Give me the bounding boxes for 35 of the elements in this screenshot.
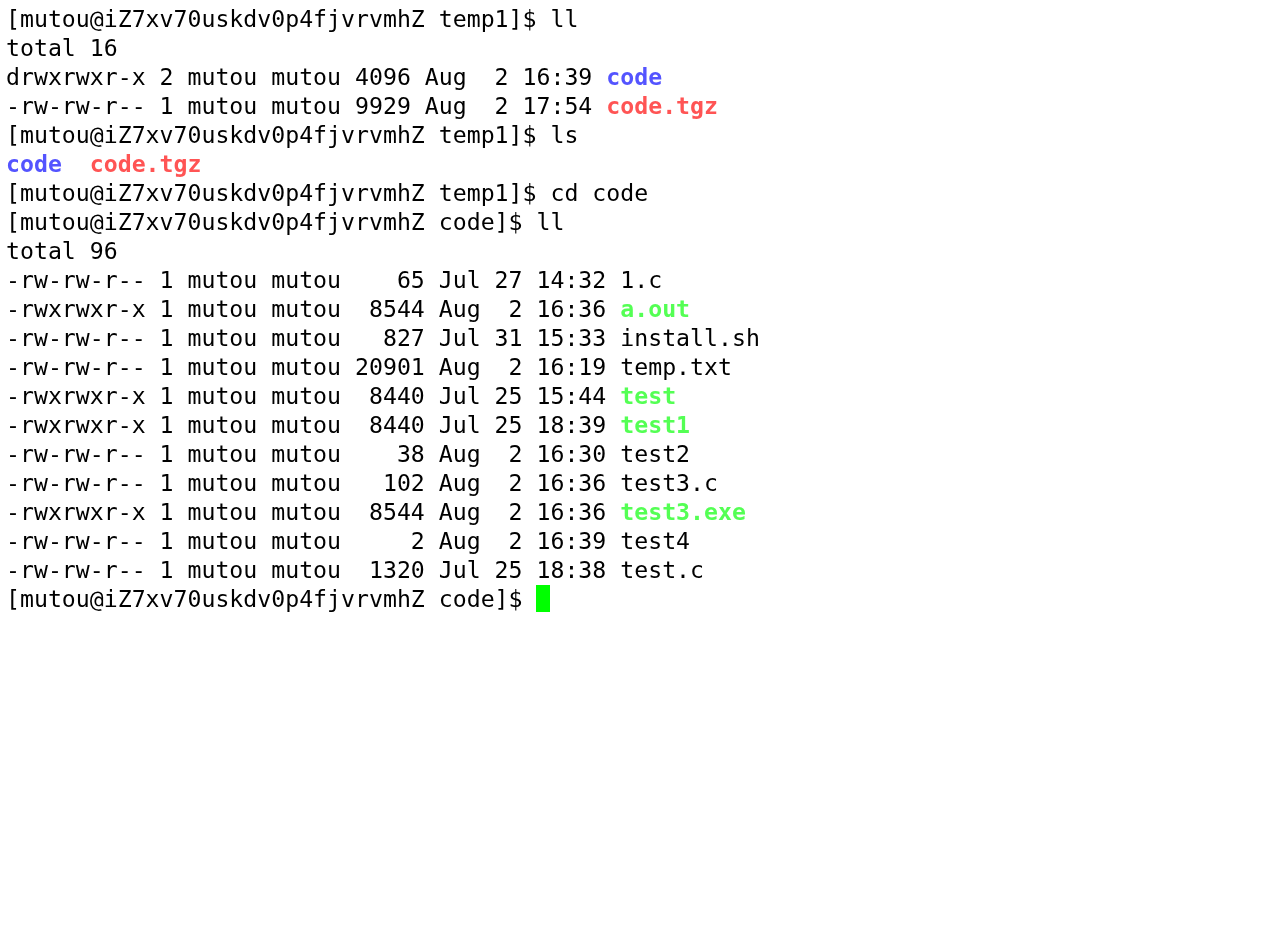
terminal-text: -rwxrwxr-x 1 mutou mutou 8440 Jul 25 15:44 [6,381,608,410]
terminal-text: [mutou@iZ7xv70uskdv0p4fjvrvmhZ temp1]$ ll [6,4,579,33]
terminal-text: test2 [620,439,691,468]
terminal-text: -rw-rw-r-- 1 mutou mutou 1320 Jul 25 18:38 [6,555,608,584]
terminal-text: drwxrwxr-x 2 mutou mutou 4096 Aug 2 16:39 [6,62,594,91]
terminal-text: -rw-rw-r-- 1 mutou mutou 2 Aug 2 16:39 [6,526,608,555]
file-name: test1 [620,410,691,439]
terminal-text: -rwxrwxr-x 1 mutou mutou 8544 Aug 2 16:36 [6,294,608,323]
file-name: test [620,381,677,410]
file-name: code.tgz [606,91,718,120]
terminal-text: 1.c [620,265,663,294]
terminal-text: -rw-rw-r-- 1 mutou mutou 20901 Aug 2 16:19 [6,352,608,381]
terminal-text: test.c [620,555,704,584]
terminal-text: [mutou@iZ7xv70uskdv0p4fjvrvmhZ code]$ ll [6,207,565,236]
terminal-text: test3.c [620,468,718,497]
file-name: test3.exe [620,497,746,526]
terminal-text: [mutou@iZ7xv70uskdv0p4fjvrvmhZ temp1]$ cd code [6,178,649,207]
terminal-text: [mutou@iZ7xv70uskdv0p4fjvrvmhZ temp1]$ ls [6,120,579,149]
file-name: code [606,62,663,91]
file-name: a.out [620,294,691,323]
terminal-text: -rw-rw-r-- 1 mutou mutou 38 Aug 2 16:30 [6,439,608,468]
terminal-text: total 96 [6,236,118,265]
terminal-text: test4 [620,526,691,555]
file-name: code [6,149,62,178]
terminal-text: -rwxrwxr-x 1 mutou mutou 8440 Jul 25 18:39 [6,410,608,439]
terminal-text: -rw-rw-r-- 1 mutou mutou 827 Jul 31 15:33 [6,323,608,352]
terminal-text: -rw-rw-r-- 1 mutou mutou 102 Aug 2 16:36 [6,468,608,497]
terminal-text: temp.txt [620,352,732,381]
terminal-text: -rw-rw-r-- 1 mutou mutou 9929 Aug 2 17:54 [6,91,594,120]
terminal-text: install.sh [620,323,760,352]
terminal-text: [mutou@iZ7xv70uskdv0p4fjvrvmhZ code]$ [6,584,524,613]
terminal-text: -rwxrwxr-x 1 mutou mutou 8544 Aug 2 16:36 [6,497,608,526]
file-name: code.tgz [89,149,202,178]
terminal-text: total 16 [6,33,118,62]
terminal-text: -rw-rw-r-- 1 mutou mutou 65 Jul 27 14:32 [6,265,608,294]
